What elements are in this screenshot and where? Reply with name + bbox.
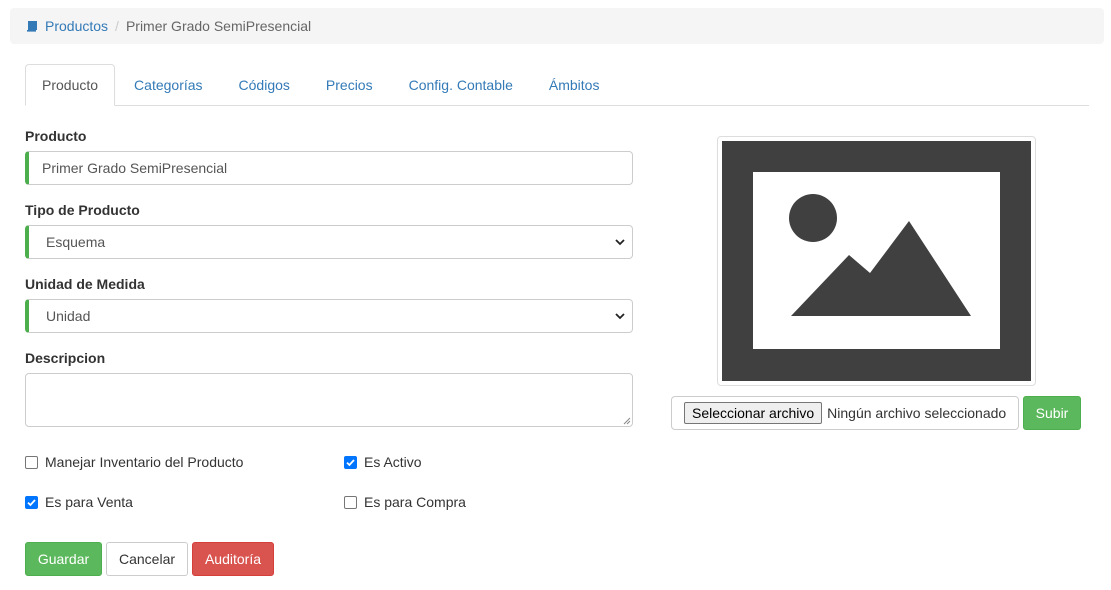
- tab-producto[interactable]: Producto: [25, 64, 116, 106]
- product-image: [717, 136, 1036, 386]
- compra-checkbox[interactable]: [344, 495, 357, 509]
- tab-ambitos[interactable]: Ámbitos: [532, 64, 617, 105]
- unidad-medida-select[interactable]: Unidad: [25, 299, 633, 333]
- breadcrumb: Productos / Primer Grado SemiPresencial: [10, 8, 1104, 44]
- tipo-producto-select[interactable]: Esquema: [25, 225, 633, 259]
- breadcrumb-separator: /: [115, 18, 119, 34]
- inventario-checkbox-row[interactable]: Manejar Inventario del Producto: [25, 454, 243, 470]
- tab-bar: Producto Categorías Códigos Precios Conf…: [25, 64, 1089, 106]
- tab-codigos[interactable]: Códigos: [222, 64, 307, 105]
- descripcion-label: Descripcion: [25, 350, 106, 366]
- activo-checkbox-row[interactable]: Es Activo: [344, 454, 422, 470]
- compra-checkbox-row[interactable]: Es para Compra: [344, 494, 466, 510]
- choose-file-button[interactable]: Seleccionar archivo: [684, 402, 823, 424]
- chevron-down-icon: [615, 313, 625, 320]
- producto-input[interactable]: Primer Grado SemiPresencial: [25, 151, 633, 185]
- breadcrumb-link-productos[interactable]: Productos: [45, 18, 108, 34]
- inventario-checkbox[interactable]: [25, 455, 38, 469]
- activo-checkbox[interactable]: [344, 455, 357, 469]
- image-placeholder-icon: [722, 141, 1031, 381]
- resize-grip-icon[interactable]: [622, 416, 631, 425]
- tipo-producto-label: Tipo de Producto: [25, 202, 140, 218]
- producto-input-value: Primer Grado SemiPresencial: [42, 160, 228, 176]
- check-icon: [27, 498, 36, 506]
- chevron-down-icon: [615, 239, 625, 246]
- book-icon: [27, 21, 37, 32]
- tab-precios[interactable]: Precios: [309, 64, 390, 105]
- file-status: Ningún archivo seleccionado: [827, 405, 1007, 421]
- breadcrumb-current: Primer Grado SemiPresencial: [125, 18, 312, 34]
- file-input[interactable]: Seleccionar archivo Ningún archivo selec…: [671, 396, 1019, 430]
- audit-button[interactable]: Auditoría: [192, 542, 274, 576]
- unidad-medida-label: Unidad de Medida: [25, 276, 145, 292]
- tab-config-contable[interactable]: Config. Contable: [392, 64, 530, 105]
- cancel-button[interactable]: Cancelar: [106, 542, 188, 576]
- activo-label: Es Activo: [364, 454, 422, 470]
- venta-label: Es para Venta: [45, 494, 133, 510]
- venta-checkbox-row[interactable]: Es para Venta: [25, 494, 133, 510]
- tab-categorias[interactable]: Categorías: [117, 64, 219, 105]
- check-icon: [346, 458, 355, 466]
- descripcion-textarea[interactable]: [25, 373, 633, 427]
- save-button[interactable]: Guardar: [25, 542, 102, 576]
- compra-label: Es para Compra: [364, 494, 466, 510]
- producto-label: Producto: [25, 128, 87, 144]
- upload-button[interactable]: Subir: [1023, 396, 1081, 430]
- inventario-label: Manejar Inventario del Producto: [45, 454, 244, 470]
- venta-checkbox[interactable]: [25, 495, 38, 509]
- tipo-producto-value: Esquema: [46, 234, 106, 250]
- unidad-medida-value: Unidad: [46, 308, 91, 324]
